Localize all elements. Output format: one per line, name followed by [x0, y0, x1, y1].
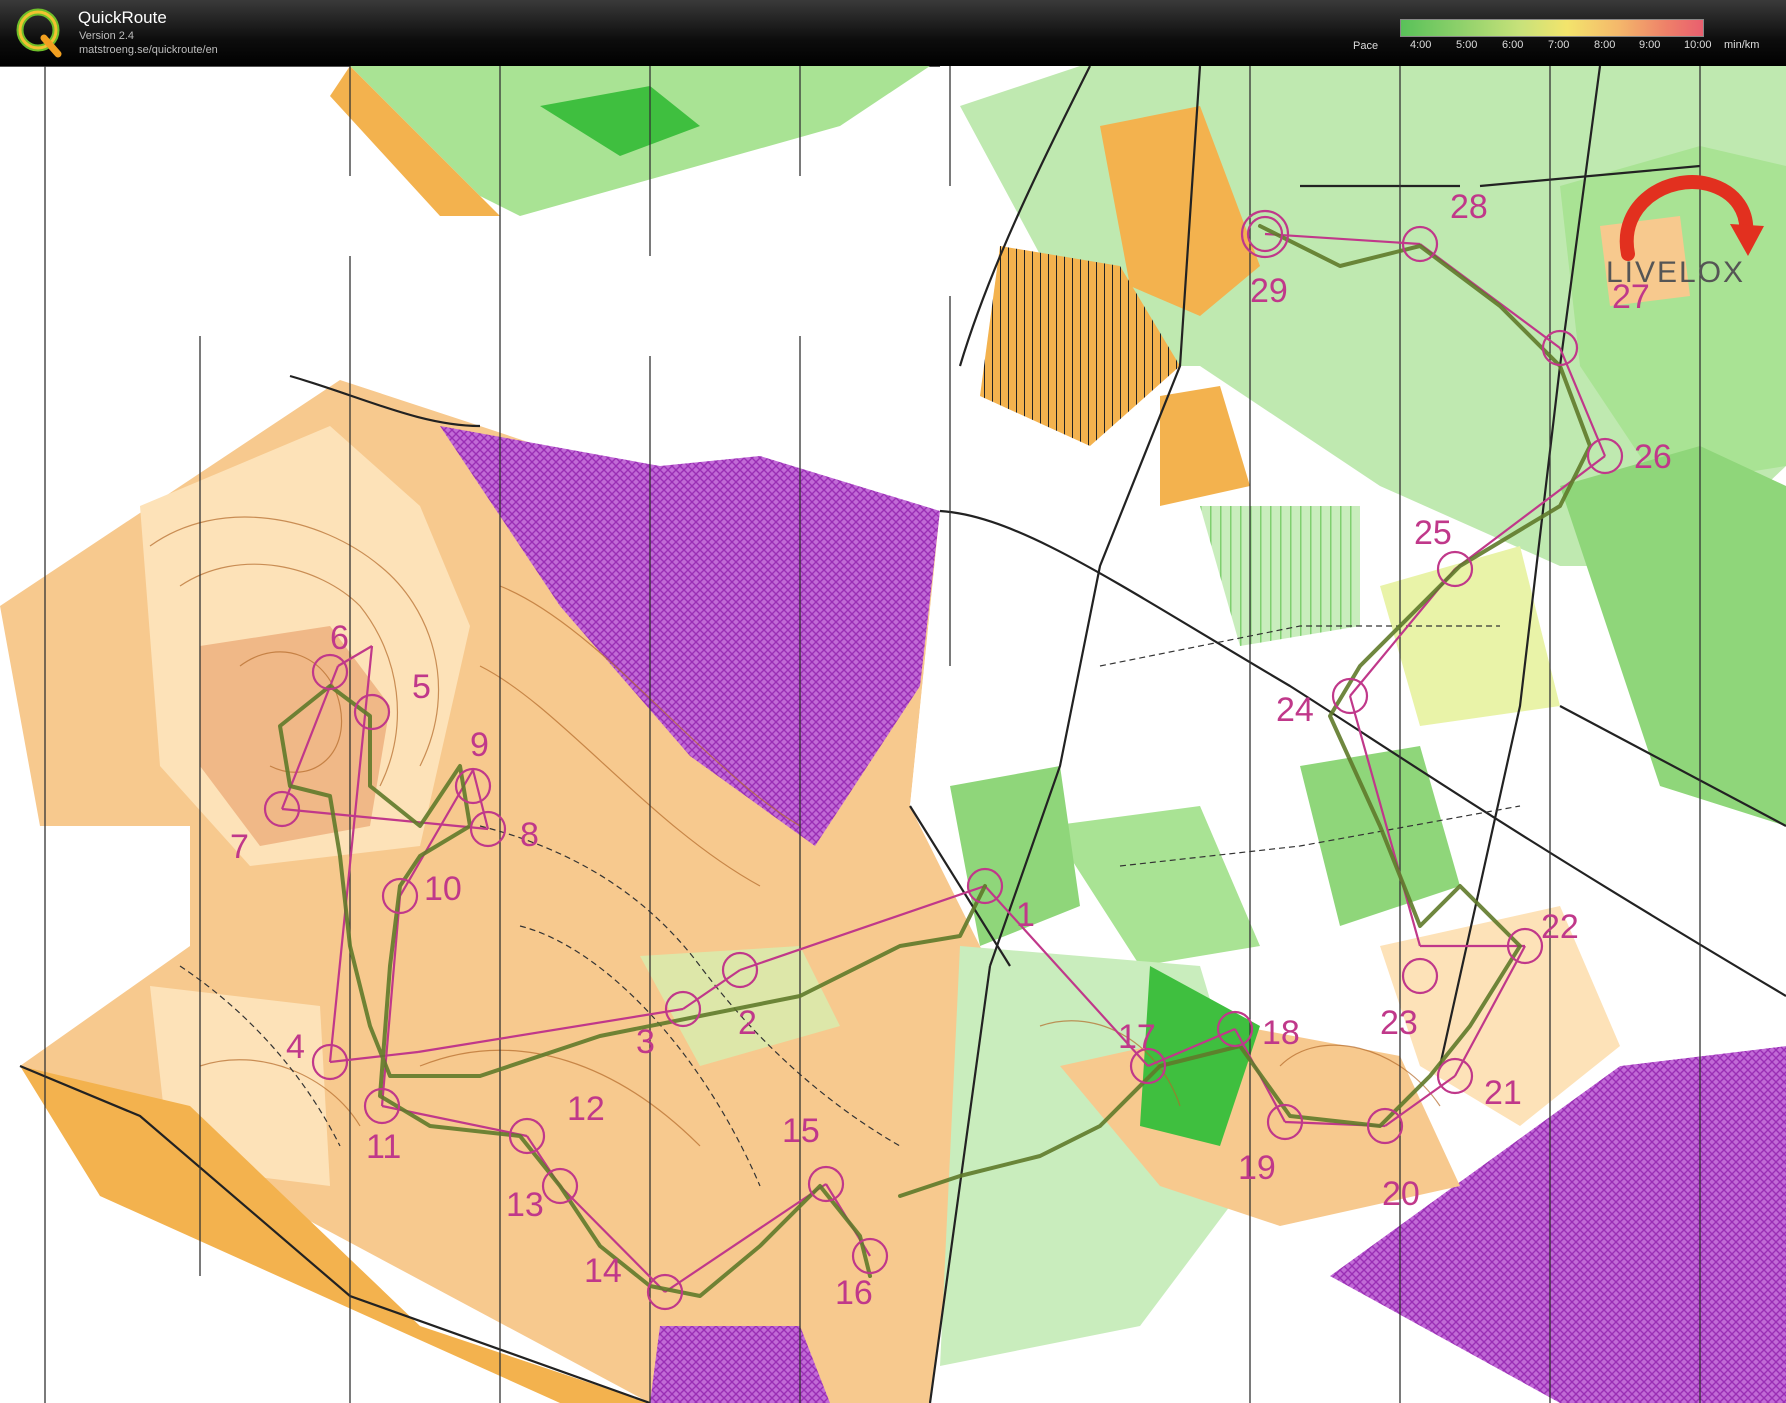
- orienteering-map[interactable]: 1 2 3 4 5 6 7 8 9 10 11 12 13 14 15 16 1…: [0, 66, 1786, 1403]
- control-number: 6: [330, 619, 349, 657]
- pace-legend-label: Pace: [1353, 40, 1379, 52]
- app-header: QuickRoute Version 2.4 matstroeng.se/qui…: [0, 0, 1786, 67]
- pace-tick: 8:00: [1594, 39, 1616, 51]
- control-number: 1: [1016, 896, 1035, 934]
- control-number: 13: [506, 1186, 544, 1224]
- control-number: 21: [1484, 1074, 1522, 1112]
- control-number: 29: [1250, 272, 1288, 310]
- pace-tick: 7:00: [1548, 39, 1570, 51]
- control-number: 20: [1382, 1175, 1420, 1213]
- control-number: 2: [738, 1004, 757, 1042]
- pace-color-scale: [1400, 19, 1704, 37]
- app-title: QuickRoute: [78, 8, 167, 27]
- control-number: 5: [412, 668, 431, 706]
- quickroute-logo-icon: [16, 8, 62, 58]
- control-number: 9: [470, 726, 489, 764]
- control-number: 14: [584, 1252, 622, 1290]
- pace-tick: 10:00: [1684, 39, 1712, 51]
- control-number: 17: [1118, 1018, 1156, 1056]
- control-number: 3: [636, 1023, 655, 1061]
- control-number: 26: [1634, 438, 1672, 476]
- app-version: Version 2.4: [79, 30, 135, 42]
- control-number: 7: [230, 828, 249, 866]
- control-number: 22: [1541, 908, 1579, 946]
- control-number: 28: [1450, 188, 1488, 226]
- control-number: 10: [424, 870, 462, 908]
- pace-tick: 9:00: [1639, 39, 1661, 51]
- control-number: 15: [782, 1112, 820, 1150]
- control-number: 11: [366, 1128, 401, 1166]
- pace-tick: 4:00: [1410, 39, 1432, 51]
- control-number: 8: [520, 816, 539, 854]
- terrain-northwest: [330, 66, 930, 216]
- control-number: 16: [835, 1274, 873, 1312]
- pace-tick: 5:00: [1456, 39, 1478, 51]
- pace-legend-ticks: 4:00 5:00 6:00 7:00 8:00 9:00 10:00 min/…: [1400, 39, 1786, 55]
- control-number: 12: [567, 1090, 605, 1128]
- control-number: 18: [1262, 1014, 1300, 1052]
- app-url: matstroeng.se/quickroute/en: [79, 44, 218, 56]
- control-number: 25: [1414, 514, 1452, 552]
- control-number: 23: [1380, 1004, 1418, 1042]
- control-number: 24: [1276, 691, 1314, 729]
- livelox-watermark: LIVELOX: [1606, 256, 1746, 289]
- control-number: 19: [1238, 1149, 1276, 1187]
- pace-tick: 6:00: [1502, 39, 1524, 51]
- pace-unit: min/km: [1724, 39, 1760, 51]
- map-canvas[interactable]: 1 2 3 4 5 6 7 8 9 10 11 12 13 14 15 16 1…: [0, 66, 1786, 1403]
- control-number: 4: [286, 1028, 305, 1066]
